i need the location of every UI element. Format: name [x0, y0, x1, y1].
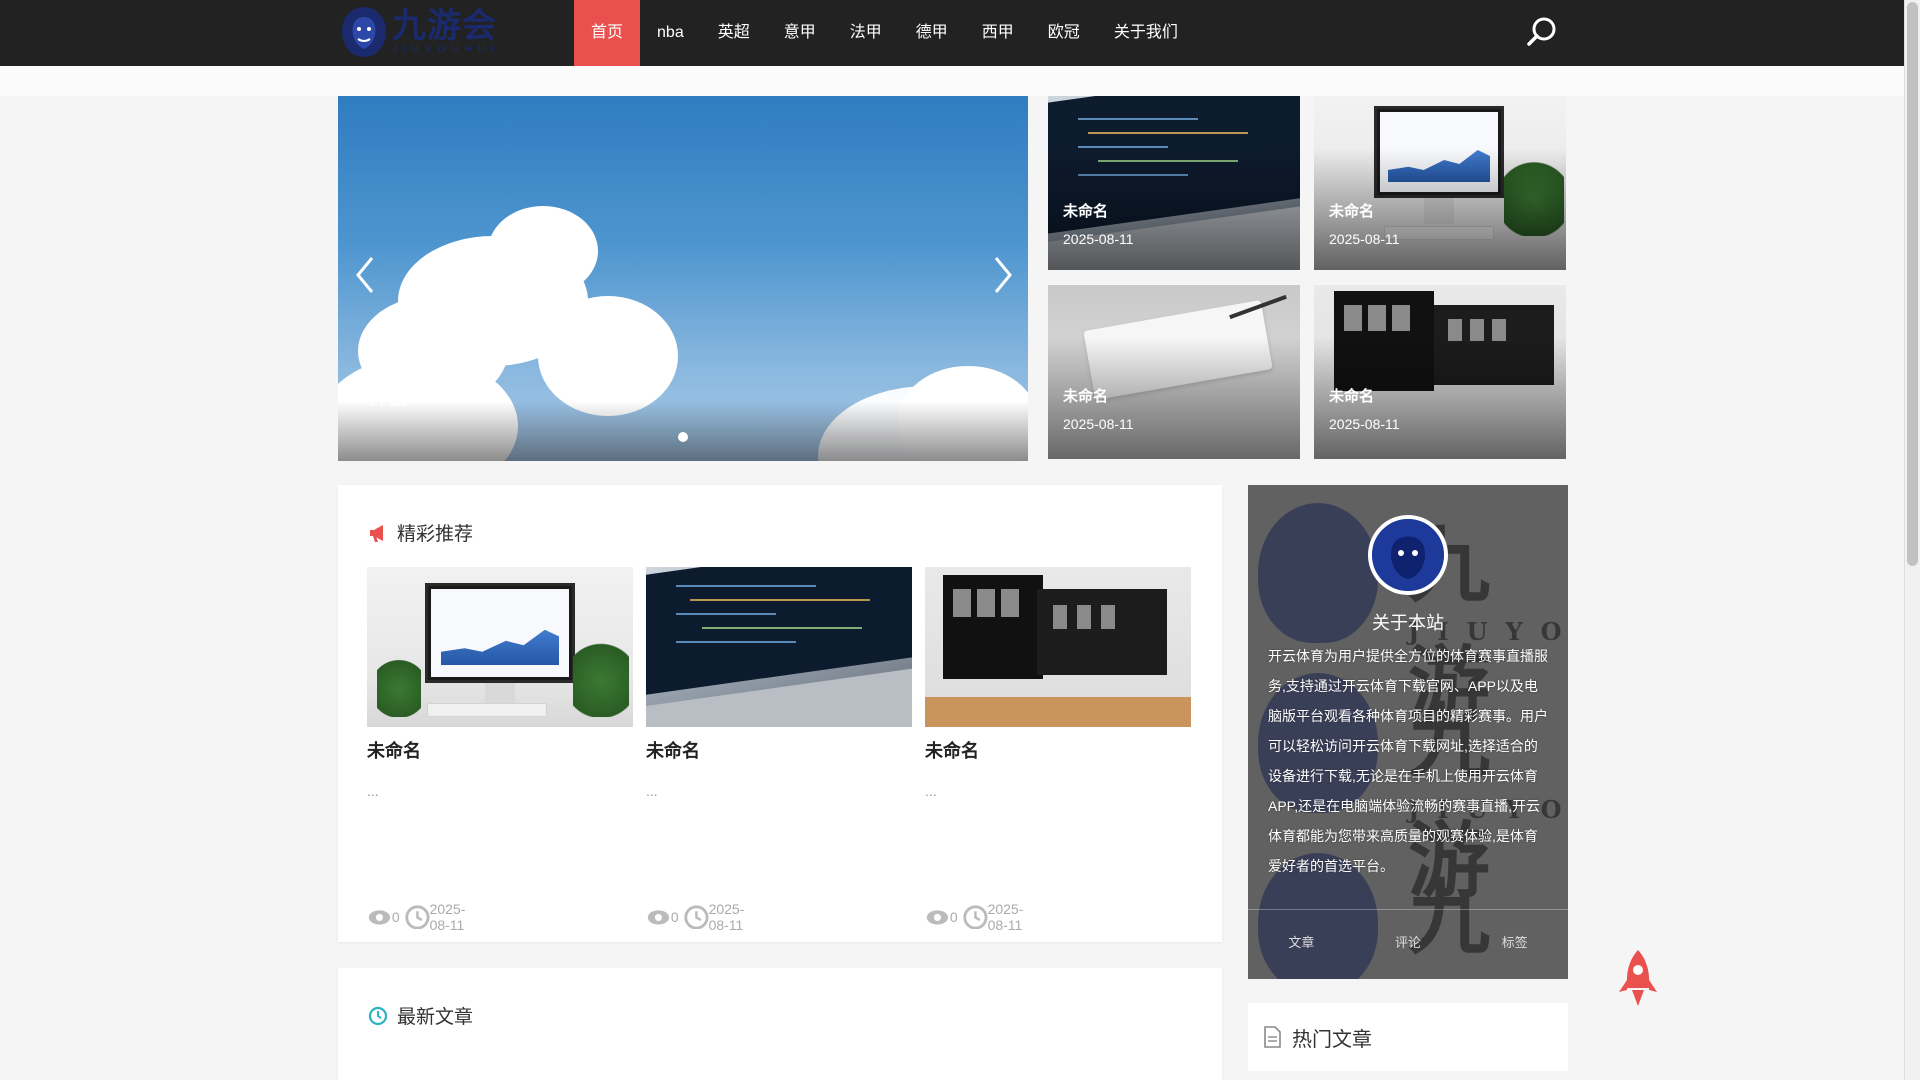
latest-panel: 最新文章	[338, 968, 1222, 1080]
about-description: 开云体育为用户提供全方位的体育赛事直播服务,支持通过开云体育下载官网、APP以及…	[1268, 648, 1548, 874]
top-post-date: 2025-08-11	[1063, 231, 1134, 247]
nav-item-home[interactable]: 首页	[574, 0, 641, 66]
nav-item-nba[interactable]: nba	[640, 0, 701, 66]
top-post-card[interactable]: 未命名 2025-08-11	[1048, 285, 1300, 459]
view-count: 0	[391, 909, 400, 925]
top-post-date: 2025-08-11	[1329, 231, 1400, 247]
top-post-title[interactable]: 未命名	[1329, 200, 1374, 221]
sub-header-strip	[0, 66, 1904, 96]
slider-dot[interactable]	[678, 432, 688, 442]
hot-heading-text: 热门文章	[1292, 1028, 1372, 1051]
nav-item-ligue-1[interactable]: 法甲	[833, 0, 899, 66]
card-title[interactable]: 未命名	[646, 737, 912, 763]
featured-panel: 精彩推荐 未命名 ... 0 2025-08-11 未命名 ... 0 2025…	[338, 485, 1222, 942]
card-thumbnail[interactable]	[367, 567, 633, 727]
card-thumbnail[interactable]	[646, 567, 912, 727]
search-icon[interactable]	[1524, 14, 1560, 50]
slide-shade	[338, 401, 1028, 461]
nav-item-bundesliga[interactable]: 德甲	[899, 0, 965, 66]
top-post-date: 2025-08-11	[1063, 416, 1134, 432]
featured-card[interactable]: 未命名 ... 0 2025-08-11	[367, 567, 633, 933]
slide-caption[interactable]: 开云	[368, 382, 408, 411]
latest-heading: 最新文章	[367, 1002, 473, 1029]
card-excerpt: ...	[367, 783, 379, 799]
post-date: 2025-08-11	[429, 901, 466, 933]
card-title[interactable]: 未命名	[367, 737, 633, 763]
nav-item-premier-league[interactable]: 英超	[701, 0, 767, 66]
top-post-card[interactable]: 未命名 2025-08-11	[1314, 285, 1566, 459]
about-title: 关于本站	[1372, 613, 1444, 633]
stat-articles[interactable]: 文章	[1288, 932, 1314, 951]
clock-icon	[963, 904, 988, 930]
megaphone-icon	[370, 524, 383, 542]
site-logo[interactable]: 九游会 JIUYOUHUI	[340, 3, 500, 61]
page-scrollbar[interactable]	[1904, 0, 1920, 1080]
top-navbar: 九游会 JIUYOUHUI 首页 nba 英超 意甲 法甲 德甲 西甲 欧冠 关…	[0, 0, 1904, 66]
nav-item-champions-league[interactable]: 欧冠	[1031, 0, 1097, 66]
stat-tags[interactable]: 标签	[1502, 932, 1528, 951]
nav-item-serie-a[interactable]: 意甲	[767, 0, 833, 66]
hot-articles-panel: 热门文章	[1248, 1003, 1568, 1071]
stat-comments[interactable]: 评论	[1395, 932, 1421, 951]
top-post-date: 2025-08-11	[1329, 416, 1400, 432]
chevron-left-icon[interactable]	[352, 254, 378, 296]
about-stats: 文章 评论 标签	[1248, 909, 1568, 951]
main-nav: 首页 nba 英超 意甲 法甲 德甲 西甲 欧冠 关于我们	[574, 0, 1195, 66]
top-post-card[interactable]: 未命名 2025-08-11	[1314, 96, 1566, 270]
view-count: 0	[949, 909, 958, 925]
clock-icon	[368, 1006, 388, 1025]
eye-icon	[368, 909, 391, 925]
hero-slider[interactable]: 开云	[338, 96, 1028, 461]
latest-heading-text: 最新文章	[397, 1007, 474, 1028]
post-date: 2025-08-11	[708, 901, 745, 933]
scrollbar-thumb[interactable]	[1907, 2, 1918, 566]
nav-item-la-liga[interactable]: 西甲	[965, 0, 1031, 66]
top-post-title[interactable]: 未命名	[1063, 385, 1108, 406]
view-count: 0	[670, 909, 679, 925]
top-post-title[interactable]: 未命名	[1329, 385, 1374, 406]
card-meta: 0 2025-08-11	[925, 901, 1023, 933]
document-icon	[1264, 1026, 1281, 1048]
lion-logo-icon	[342, 7, 386, 57]
card-thumbnail[interactable]	[925, 567, 1191, 727]
about-widget: 九游 九游 九游 JIUYOU JIUYOU 关于本站 开云体育为用户提供全方位…	[1248, 485, 1568, 979]
top-post-card[interactable]: 未命名 2025-08-11	[1048, 96, 1300, 270]
site-avatar[interactable]	[1368, 515, 1448, 595]
clock-icon	[684, 904, 709, 930]
top-post-title[interactable]: 未命名	[1063, 200, 1108, 221]
featured-card[interactable]: 未命名 ... 0 2025-08-11	[925, 567, 1191, 933]
clock-icon	[405, 904, 430, 930]
nav-item-about-us[interactable]: 关于我们	[1097, 0, 1195, 66]
featured-heading: 精彩推荐	[367, 519, 473, 546]
card-excerpt: ...	[646, 783, 658, 799]
featured-card[interactable]: 未命名 ... 0 2025-08-11	[646, 567, 912, 933]
eye-icon	[926, 909, 949, 925]
card-title[interactable]: 未命名	[925, 737, 1191, 763]
card-excerpt: ...	[925, 783, 937, 799]
lion-logo-icon	[1372, 519, 1444, 591]
eye-icon	[647, 909, 670, 925]
logo-text-cn: 九游会	[392, 6, 497, 46]
card-meta: 0 2025-08-11	[646, 901, 744, 933]
rocket-icon[interactable]	[1617, 948, 1659, 1010]
logo-text-en: JIUYOUHUI	[392, 44, 500, 55]
card-meta: 0 2025-08-11	[367, 901, 465, 933]
post-date: 2025-08-11	[987, 901, 1024, 933]
chevron-right-icon[interactable]	[990, 254, 1016, 296]
featured-heading-text: 精彩推荐	[397, 524, 474, 545]
